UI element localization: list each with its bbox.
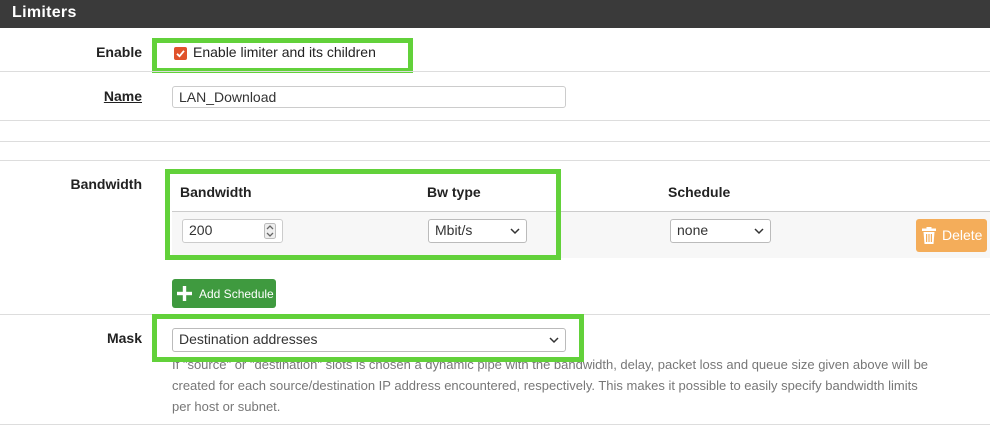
- divider: [0, 424, 990, 425]
- trash-icon: [922, 227, 936, 244]
- panel-title: Limiters: [12, 4, 77, 21]
- divider: [0, 120, 990, 121]
- help-line: created for each source/destination IP a…: [172, 378, 918, 393]
- mask-label: Mask: [106, 330, 142, 346]
- divider: [0, 71, 990, 72]
- schedule-value: none: [677, 222, 709, 238]
- enable-highlight-box: [152, 38, 413, 73]
- mask-highlight-box: [152, 314, 584, 362]
- divider: [0, 141, 990, 142]
- bandwidth-label: Bandwidth: [70, 176, 142, 192]
- mask-help-text: If "source" or "destination" slots is ch…: [172, 354, 988, 417]
- help-line: per host or subnet.: [172, 399, 281, 414]
- delete-label: Delete: [942, 227, 983, 243]
- delete-button[interactable]: Delete: [916, 219, 987, 252]
- schedule-select[interactable]: none: [670, 219, 771, 243]
- add-schedule-label: Add Schedule: [199, 287, 274, 301]
- plus-icon: [177, 286, 192, 301]
- bandwidth-highlight-box: [165, 169, 561, 260]
- panel-header: Limiters: [0, 0, 990, 28]
- name-label: Name: [103, 88, 142, 104]
- name-input[interactable]: [172, 86, 566, 108]
- schedule-column-header: Schedule: [668, 184, 731, 200]
- enable-label: Enable: [96, 44, 142, 60]
- chevron-down-icon: [754, 228, 764, 235]
- add-schedule-button[interactable]: Add Schedule: [172, 279, 276, 308]
- divider: [0, 160, 990, 161]
